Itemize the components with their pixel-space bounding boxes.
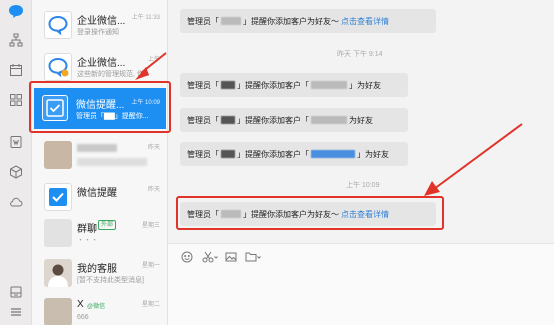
message-text: 管理员「 xyxy=(187,149,219,159)
view-details-link[interactable]: 点击查看详情 xyxy=(341,16,389,27)
folder-icon[interactable] xyxy=(244,251,262,263)
conversation-item[interactable]: 昨天 xyxy=(32,133,167,178)
wechat-tag: @微信 xyxy=(87,304,106,310)
blurred-preview xyxy=(77,158,147,166)
conversation-time: 星期一 xyxy=(141,263,160,269)
group-avatar xyxy=(44,219,72,247)
storage-icon[interactable] xyxy=(7,283,25,301)
message-text: 管理员「 xyxy=(187,80,219,90)
message-text: 为好友 xyxy=(349,115,373,125)
view-details-link[interactable]: 点击查看详情 xyxy=(341,209,389,220)
conversation-time: 上午 11:33 xyxy=(131,15,160,21)
contact-avatar xyxy=(44,141,72,169)
document-icon[interactable] xyxy=(7,133,25,151)
calendar-icon[interactable] xyxy=(7,61,25,79)
message-text: 管理员「 xyxy=(187,115,219,125)
redacted-name xyxy=(311,81,347,89)
conversation-time: 昨天 xyxy=(147,145,160,151)
scissors-icon[interactable] xyxy=(201,251,219,263)
conversation-title: X xyxy=(77,299,84,310)
message-bubble[interactable]: 管理员「 」提醒你添加客户为好友～ 点击查看详情 xyxy=(180,9,436,33)
service-avatar xyxy=(44,259,72,287)
conversation-title: 群聊 xyxy=(77,224,97,235)
conversation-item[interactable]: 企业微信... 上午 这些新的管理规范, 你... xyxy=(32,45,167,90)
message-text: 」为好友 xyxy=(357,149,389,159)
message-text: 」提醒你添加客户「 xyxy=(237,115,309,125)
blurred-name xyxy=(77,144,117,152)
conversation-item[interactable]: 企业微信... 上午 11:33 登录操作通知 xyxy=(32,3,167,48)
conversation-preview: 登录操作通知 xyxy=(77,29,119,36)
messages-icon[interactable] xyxy=(7,2,25,20)
conversation-list: 企业微信... 上午 11:33 登录操作通知 企业微信... 上午 这些新的管… xyxy=(32,0,168,325)
message-bubble[interactable]: 管理员「 」提醒你添加客户为好友～ 点击查看详情 xyxy=(180,202,436,226)
org-chart-icon[interactable] xyxy=(7,31,25,49)
menu-icon[interactable] xyxy=(7,303,25,321)
conversation-preview: ・・・ xyxy=(77,237,98,244)
emoji-icon[interactable] xyxy=(180,251,194,263)
conversation-time: 星期二 xyxy=(141,302,160,308)
timestamp: 昨天 下午 9:14 xyxy=(337,51,383,58)
message-text: 」提醒你添加客户为好友～ xyxy=(243,16,339,26)
message-bubble[interactable]: 管理员「 」提醒你添加客户「 为好友 xyxy=(180,108,408,132)
conversation-time: 昨天 xyxy=(147,187,160,193)
conversation-time: 上午 xyxy=(147,57,160,63)
conversation-item[interactable]: X @微信 星期二 666 xyxy=(32,290,167,325)
image-icon[interactable] xyxy=(224,251,238,263)
message-bubble[interactable]: 管理员「 」提醒你添加客户「 」为好友 xyxy=(180,73,408,97)
conversation-title: 微信提醒... xyxy=(76,100,125,111)
message-text: 管理员「 xyxy=(187,209,219,219)
redacted-name xyxy=(221,150,235,158)
cloud-icon[interactable] xyxy=(7,193,25,211)
conversation-preview: 管理员「▇▇」提醒你... xyxy=(76,113,149,120)
redacted-name xyxy=(311,116,347,124)
message-text: 」提醒你添加客户「 xyxy=(237,80,309,90)
external-badge: 外部 xyxy=(98,220,117,230)
message-composer[interactable] xyxy=(168,243,554,325)
conversation-preview: 666 xyxy=(77,314,89,321)
nav-rail xyxy=(0,0,32,325)
conversation-preview: 这些新的管理规范, 你... xyxy=(77,71,150,78)
cube-icon[interactable] xyxy=(7,163,25,181)
wecom-avatar xyxy=(44,53,72,81)
redacted-name xyxy=(311,150,355,158)
reminder-avatar xyxy=(44,183,72,211)
conversation-title: 企业微信... xyxy=(77,16,126,27)
redacted-name xyxy=(221,17,241,25)
conversation-item[interactable]: 群聊 外部 星期三 ・・・ xyxy=(32,211,167,256)
message-text: 管理员「 xyxy=(187,16,219,26)
conversation-item-selected[interactable]: 微信提醒... 上午 10:09 管理员「▇▇」提醒你... xyxy=(34,88,166,129)
conversation-time: 星期三 xyxy=(141,223,160,229)
redacted-name xyxy=(221,210,241,218)
message-text: 」提醒你添加客户「 xyxy=(237,149,309,159)
message-text: 」为好友 xyxy=(349,80,381,90)
apps-grid-icon[interactable] xyxy=(7,91,25,109)
redacted-name xyxy=(221,116,235,124)
wecom-avatar xyxy=(44,11,72,39)
timestamp: 上午 10:09 xyxy=(346,182,380,189)
contact-avatar xyxy=(44,298,72,325)
chat-panel: 管理员「 」提醒你添加客户为好友～ 点击查看详情 昨天 下午 9:14 管理员「… xyxy=(168,0,554,243)
conversation-title: 我的客服 xyxy=(77,264,117,275)
conversation-title: 企业微信... xyxy=(77,58,126,69)
conversation-preview: [暂不支持此类型消息] xyxy=(77,277,144,284)
conversation-title: 微信提醒 xyxy=(77,188,117,199)
reminder-avatar xyxy=(42,95,68,121)
message-bubble[interactable]: 管理员「 」提醒你添加客户「 」为好友 xyxy=(180,142,408,166)
conversation-time: 上午 10:09 xyxy=(131,100,160,106)
message-text: 」提醒你添加客户为好友～ xyxy=(243,209,339,219)
redacted-name xyxy=(221,81,235,89)
